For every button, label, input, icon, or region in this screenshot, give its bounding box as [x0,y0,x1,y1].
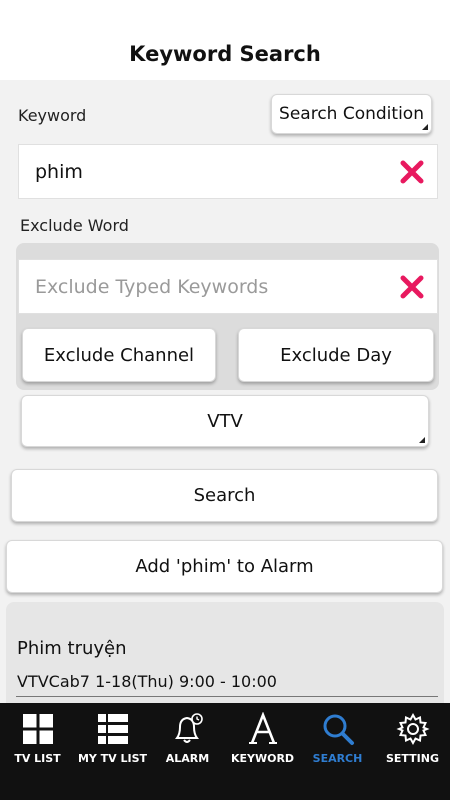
search-condition-button[interactable]: Search Condition [271,94,432,134]
exclude-word-label: Exclude Word [20,216,129,235]
search-button[interactable]: Search [11,469,438,522]
nav-label-tv-list: TV LIST [14,752,61,765]
nav-item-tv-list[interactable]: TV LIST [0,703,75,800]
nav-item-setting[interactable]: SETTING [375,703,450,800]
channel-select-value: VTV [207,410,243,432]
nav-item-my-tv-list[interactable]: MY TV LIST [75,703,150,800]
gear-icon [395,712,430,746]
clear-keyword-icon[interactable] [399,159,425,185]
divider [16,696,438,697]
nav-label-setting: SETTING [385,752,440,765]
dropdown-corner-icon [419,437,425,443]
list-icon [97,714,128,744]
nav-item-keyword[interactable]: KEYWORD [225,703,300,800]
search-button-label: Search [193,485,256,506]
result-list: Phim truyện VTVCab7 1-18(Thu) 9:00 - 10:… [6,602,444,712]
header: Keyword Search [0,0,450,80]
exclude-day-button[interactable]: Exclude Day [238,328,434,382]
nav-label-search: SEARCH [312,752,363,765]
keyword-input[interactable] [35,145,375,198]
nav-label-keyword: KEYWORD [230,752,295,765]
exclude-channel-label: Exclude Channel [43,344,195,366]
bottom-nav: TV LIST MY TV LIST ALARM KEYWORD SEARCH [0,703,450,800]
add-to-alarm-button[interactable]: Add 'phim' to Alarm [6,540,443,593]
dropdown-corner-icon [422,124,428,130]
grid-icon [22,714,53,744]
add-to-alarm-label: Add 'phim' to Alarm [135,556,314,577]
nav-label-my-tv-list: MY TV LIST [77,752,148,765]
search-condition-label: Search Condition [279,104,424,124]
nav-label-alarm: ALARM [165,752,210,765]
exclude-input-box [18,259,438,314]
bell-icon [174,713,203,743]
exclude-channel-button[interactable]: Exclude Channel [22,328,216,382]
nav-item-search[interactable]: SEARCH [300,703,375,800]
exclude-day-label: Exclude Day [280,344,392,366]
exclude-input[interactable] [35,260,375,313]
letter-a-icon [248,712,277,744]
search-icon [323,714,354,745]
channel-select[interactable]: VTV [21,395,429,447]
keyword-input-box [18,144,438,199]
nav-item-alarm[interactable]: ALARM [150,703,225,800]
keyword-label: Keyword [18,106,87,125]
result-schedule: VTVCab7 1-18(Thu) 9:00 - 10:00 [17,672,277,691]
page-title: Keyword Search [129,42,321,66]
clear-exclude-icon[interactable] [399,274,425,300]
result-title: Phim truyện [17,638,127,659]
